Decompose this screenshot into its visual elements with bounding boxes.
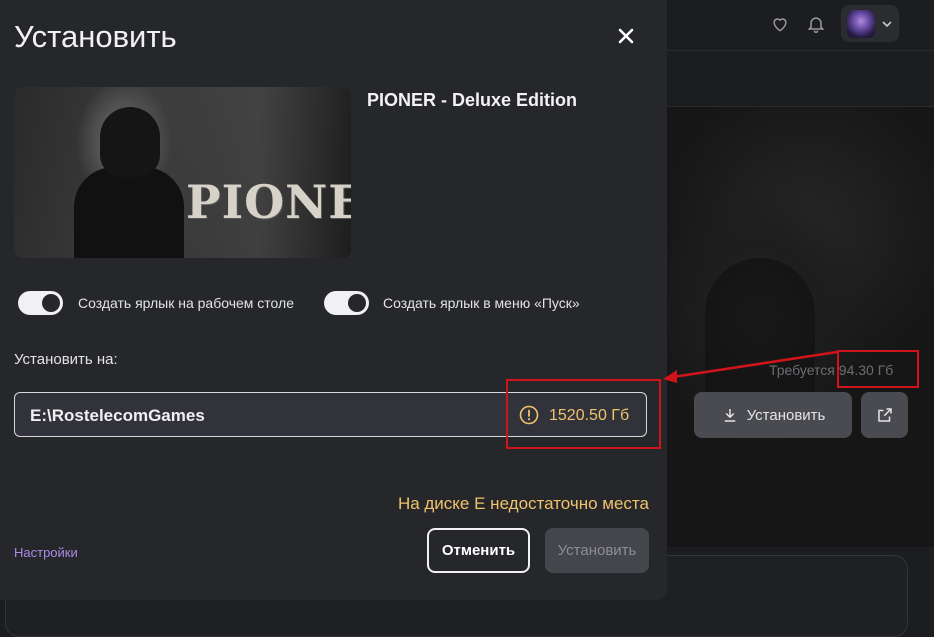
download-icon [724,409,735,422]
install-button[interactable]: Установить [545,528,649,573]
cancel-button[interactable]: Отменить [427,528,530,573]
desktop-shortcut-label: Создать ярлык на рабочем столе [78,295,294,311]
bell-icon[interactable] [804,12,828,36]
avatar [847,10,875,38]
start-menu-shortcut-label: Создать ярлык в меню «Пуск» [383,295,580,311]
desktop-shortcut-toggle[interactable] [18,291,63,315]
annotation-box-required [837,350,919,388]
start-menu-shortcut-toggle[interactable] [324,291,369,315]
cover-logo: PIONER [186,175,351,229]
annotation-arrow [663,350,838,383]
cover-figure [74,167,184,258]
external-link-icon [877,408,892,422]
install-dialog: Установить PIONER PIONER - Deluxe Editio… [0,0,667,600]
game-title: PIONER - Deluxe Edition [367,90,578,110]
install-location-label: Установить на: [14,351,118,368]
cover-head [100,107,160,177]
external-link-button[interactable] [861,392,908,438]
insufficient-space-warning: На диске E недостаточно места [397,494,649,513]
profile-menu[interactable] [841,5,899,42]
background-install-label: Установить [746,406,826,424]
heart-icon[interactable] [768,12,792,36]
close-icon[interactable] [612,22,640,50]
chevron-down-icon [882,21,892,28]
install-path-value: E:\RostelecomGames [30,406,205,425]
annotation-box-free-space [506,379,661,449]
background-install-button[interactable]: Установить [694,392,852,438]
game-cover-image: PIONER [14,87,351,258]
settings-link[interactable]: Настройки [14,545,78,560]
dialog-title: Установить [14,19,177,54]
